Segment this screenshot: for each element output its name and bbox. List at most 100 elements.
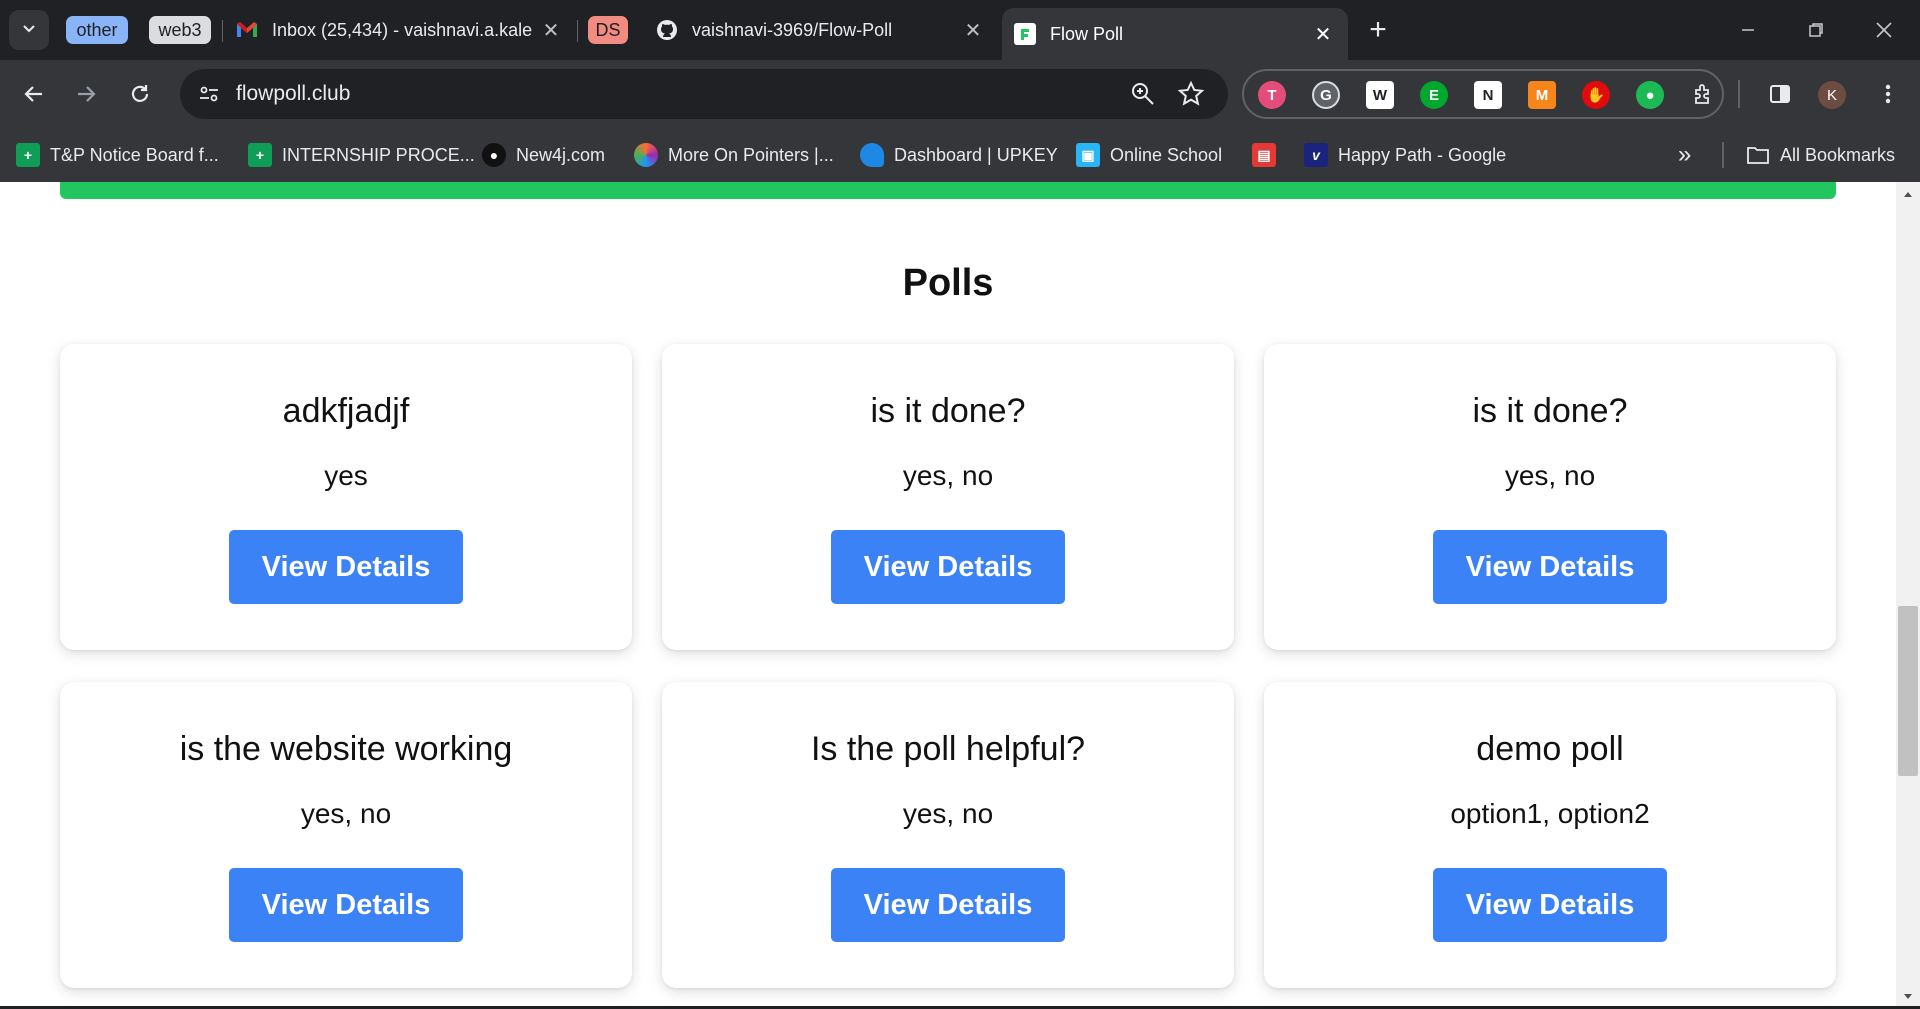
poll-card: demo poll option1, option2 View Details xyxy=(1264,682,1836,988)
poll-options: yes, no xyxy=(1504,460,1596,491)
view-details-button[interactable]: View Details xyxy=(831,868,1065,942)
toolbar-divider xyxy=(1738,80,1740,108)
tab-separator xyxy=(577,20,578,42)
restore-icon[interactable] xyxy=(1798,12,1834,48)
tab-group-web3[interactable]: web3 xyxy=(149,16,211,44)
browser-chrome: other web3 Inbox (25,434) - vaishnavi.a.… xyxy=(0,0,1920,182)
upkey-icon xyxy=(860,143,884,167)
notion-extension-icon[interactable]: N xyxy=(1474,81,1502,109)
view-details-button[interactable]: View Details xyxy=(229,530,463,604)
bookmark-label: INTERNSHIP PROCE... xyxy=(282,144,475,165)
bookmark-label: Dashboard | UPKEY xyxy=(894,144,1058,165)
new-tab-button[interactable]: + xyxy=(1362,13,1394,46)
close-icon[interactable]: ✕ xyxy=(960,17,986,43)
github-icon xyxy=(656,19,678,41)
scroll-up-icon[interactable] xyxy=(1896,184,1920,204)
folder-icon xyxy=(1746,145,1770,165)
wordtune-extension-icon[interactable]: W xyxy=(1366,81,1394,109)
tab-strip: other web3 Inbox (25,434) - vaishnavi.a.… xyxy=(0,0,1920,60)
bookmark-label: Online School xyxy=(1110,144,1223,165)
tab-title: vaishnavi-3969/Flow-Poll xyxy=(692,19,893,40)
poll-question: is the website working xyxy=(179,730,513,768)
bookmark-item[interactable]: ▤ xyxy=(1252,140,1286,170)
tab-title: Flow Poll xyxy=(1050,23,1124,44)
side-panel-icon[interactable] xyxy=(1760,74,1800,114)
cube-icon: ▣ xyxy=(1076,143,1100,167)
close-icon[interactable]: ✕ xyxy=(1310,21,1336,47)
forward-arrow-icon[interactable] xyxy=(66,74,106,114)
store-icon: ▤ xyxy=(1252,143,1276,167)
tab-group-ds[interactable]: DS xyxy=(588,16,628,44)
poll-card: adkfjadjf yes View Details xyxy=(60,344,632,650)
poll-options: yes, no xyxy=(902,798,994,829)
sheets-icon: + xyxy=(248,143,272,167)
poll-options: yes, no xyxy=(902,460,994,491)
neo4j-icon: ● xyxy=(482,143,506,167)
profile-avatar[interactable]: K xyxy=(1818,81,1846,109)
tab-separator xyxy=(222,20,223,42)
tab-gmail[interactable]: Inbox (25,434) - vaishnavi.a.kale ✕ xyxy=(236,8,564,52)
poll-question: adkfjadjf xyxy=(282,392,410,430)
extensions-bar: T G W E N M ✋ ● xyxy=(1242,69,1724,119)
happypath-icon: v xyxy=(1304,143,1328,167)
bookmark-item[interactable]: ● New4j.com xyxy=(482,140,605,170)
url-text: flowpoll.club xyxy=(236,82,351,105)
bookmark-label: All Bookmarks xyxy=(1780,144,1896,165)
more-menu-icon[interactable] xyxy=(1868,74,1908,114)
poll-question: demo poll xyxy=(1476,730,1624,768)
grammarly-extension-icon[interactable]: G xyxy=(1312,81,1340,109)
bookmark-item[interactable]: + INTERNSHIP PROCE... xyxy=(248,140,475,170)
bookmark-item[interactable]: v Happy Path - Google xyxy=(1304,140,1506,170)
gmail-icon xyxy=(236,19,258,41)
zoom-icon[interactable] xyxy=(1130,81,1156,112)
scrollbar-thumb[interactable] xyxy=(1898,606,1918,776)
view-details-button[interactable]: View Details xyxy=(831,530,1065,604)
more-bookmarks-icon[interactable]: » xyxy=(1678,140,1691,170)
poll-card: Is the poll helpful? yes, no View Detail… xyxy=(662,682,1234,988)
site-info-icon[interactable] xyxy=(198,83,220,110)
tab-search-button[interactable] xyxy=(9,10,49,50)
bookmark-item[interactable]: ▣ Online School xyxy=(1076,140,1222,170)
recorder-extension-icon[interactable]: ● xyxy=(1636,81,1664,109)
poll-question: is it done? xyxy=(870,392,1026,430)
close-icon[interactable]: ✕ xyxy=(538,17,564,43)
bookmark-label: More On Pointers |... xyxy=(668,144,834,165)
bookmark-label: Happy Path - Google xyxy=(1338,144,1507,165)
poll-options: yes, no xyxy=(300,798,392,829)
metamask-extension-icon[interactable]: M xyxy=(1528,81,1556,109)
flowpoll-favicon xyxy=(1014,23,1036,45)
bookmark-item[interactable]: + T&P Notice Board f... xyxy=(16,140,219,170)
chevron-down-icon xyxy=(21,20,37,41)
view-details-button[interactable]: View Details xyxy=(1433,868,1667,942)
tab-github[interactable]: vaishnavi-3969/Flow-Poll ✕ xyxy=(656,8,986,52)
bookmark-item[interactable]: More On Pointers |... xyxy=(634,140,834,170)
tab-flow-poll[interactable]: Flow Poll ✕ xyxy=(1002,8,1348,60)
poll-options: yes xyxy=(324,460,368,491)
poll-question: is it done? xyxy=(1472,392,1628,430)
page-viewport: Polls adkfjadjf yes View Details is it d… xyxy=(0,182,1920,1009)
back-arrow-icon[interactable] xyxy=(14,74,54,114)
poll-card: is the website working yes, no View Deta… xyxy=(60,682,632,988)
todoist-extension-icon[interactable]: T xyxy=(1258,81,1286,109)
view-details-button[interactable]: View Details xyxy=(1433,530,1667,604)
window-close-icon[interactable] xyxy=(1866,12,1902,48)
address-bar[interactable]: flowpoll.club xyxy=(180,69,1228,119)
scroll-down-icon[interactable] xyxy=(1896,987,1920,1007)
view-details-button[interactable]: View Details xyxy=(229,868,463,942)
sheets-icon: + xyxy=(16,143,40,167)
vertical-scrollbar[interactable] xyxy=(1896,182,1920,1009)
bookmark-label: New4j.com xyxy=(516,144,606,165)
adblock-extension-icon[interactable]: ✋ xyxy=(1582,81,1610,109)
reload-icon[interactable] xyxy=(120,74,160,114)
bookmarks-bar: + T&P Notice Board f... + INTERNSHIP PRO… xyxy=(0,128,1920,182)
bookmark-item[interactable]: Dashboard | UPKEY xyxy=(860,140,1058,170)
minimize-icon[interactable] xyxy=(1730,12,1766,48)
page-title: Polls xyxy=(902,262,994,304)
all-bookmarks-button[interactable]: All Bookmarks xyxy=(1746,140,1895,170)
bookmark-star-icon[interactable] xyxy=(1177,80,1205,112)
green-banner xyxy=(60,182,1836,199)
extensions-puzzle-icon[interactable] xyxy=(1690,81,1718,109)
tab-group-other[interactable]: other xyxy=(66,16,128,44)
browser-toolbar: flowpoll.club T G W E N M ✋ ● K xyxy=(0,60,1920,128)
evernote-extension-icon[interactable]: E xyxy=(1420,81,1448,109)
